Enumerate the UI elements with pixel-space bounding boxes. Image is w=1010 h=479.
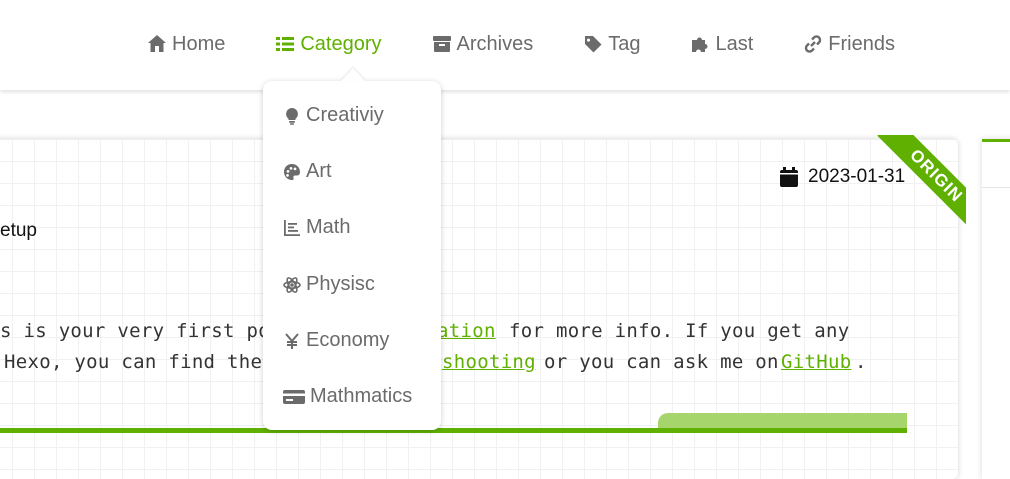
nav-archives[interactable]: Archives (432, 30, 534, 58)
post-bottom-border (0, 428, 907, 433)
documentation-link[interactable]: ation (437, 316, 496, 347)
list-icon (276, 37, 295, 51)
home-icon (148, 35, 166, 52)
dropdown-item-label: Physisc (306, 273, 375, 295)
dropdown-item-label: Math (306, 216, 351, 238)
post-line2-text: Hexo, you can find the a (4, 351, 286, 373)
dropdown-item-label: Mathmatics (310, 385, 413, 407)
dropdown-item-mathmatics[interactable]: Mathmatics (283, 385, 412, 408)
post-date: 2023-01-31 (780, 166, 905, 188)
nav-friends-label: Friends (828, 32, 895, 55)
side-panel-divider (982, 187, 1010, 188)
dropdown-item-economy[interactable]: Economy (283, 329, 389, 352)
dropdown-item-label: Art (306, 160, 332, 182)
nav-last[interactable]: Last (690, 30, 753, 58)
chart-icon (284, 219, 300, 236)
puzzle-icon (692, 37, 708, 52)
dropdown-item-label: Creativiy (306, 104, 384, 126)
main-nav: Home Category Archives Tag Last Friends (147, 30, 895, 58)
archive-icon (432, 36, 451, 52)
post-line2-text-b: or you can ask me on (544, 351, 779, 373)
dropdown-item-label: Economy (306, 329, 390, 351)
troubleshooting-link[interactable]: shooting (442, 347, 536, 378)
nav-friends[interactable]: Friends (803, 30, 895, 58)
atom-icon (283, 276, 301, 293)
nav-home-label: Home (172, 32, 226, 55)
category-dropdown: Creativiy Art Math Physisc Economy Mathm… (263, 81, 441, 430)
lightbulb-icon (286, 107, 298, 125)
origin-ribbon: ORIGIN (856, 135, 966, 245)
side-panel-accent (982, 139, 1010, 142)
nav-tag-label: Tag (608, 32, 641, 55)
nav-last-label: Last (715, 32, 754, 55)
github-link[interactable]: GitHub (781, 347, 851, 378)
nav-category[interactable]: Category (275, 30, 382, 58)
nav-archives-label: Archives (456, 32, 534, 55)
nav-category-label: Category (300, 32, 382, 55)
tag-icon (585, 36, 602, 53)
post-line1-text-b: for more info. If you get any (509, 320, 850, 342)
nav-tag[interactable]: Tag (583, 30, 640, 58)
side-panel (982, 139, 1010, 479)
post-line1-text: s is your very first post. (0, 320, 306, 342)
dropdown-caret (341, 68, 365, 81)
dropdown-item-creativiy[interactable]: Creativiy (283, 104, 384, 127)
dropdown-item-art[interactable]: Art (283, 160, 332, 183)
link-icon (805, 35, 822, 53)
nav-home[interactable]: Home (147, 30, 225, 58)
site-header: Home Category Archives Tag Last Friends (0, 0, 1010, 90)
post-setup-text: etup (0, 220, 37, 241)
dropdown-item-math[interactable]: Math (283, 216, 350, 239)
post-date-text: 2023-01-31 (808, 166, 906, 187)
post-line2-end: . (855, 351, 867, 373)
credit-card-icon (283, 389, 305, 404)
dropdown-item-physisc[interactable]: Physisc (283, 273, 375, 296)
yen-icon (285, 332, 299, 349)
calendar-icon (780, 167, 798, 187)
palette-icon (284, 163, 300, 180)
